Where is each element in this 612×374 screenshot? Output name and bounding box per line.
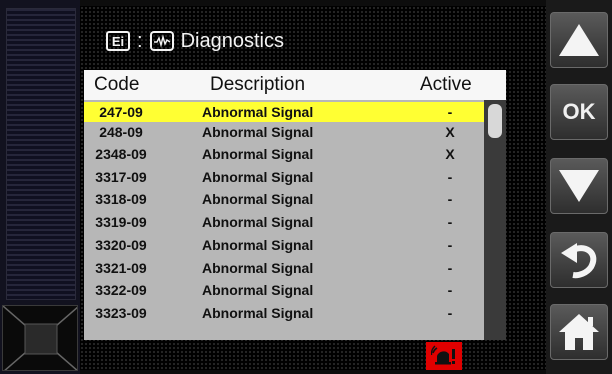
table-row[interactable]: 3319-09 Abnormal Signal - <box>84 212 484 232</box>
row-code: 2348-09 <box>95 146 147 162</box>
left-bezel <box>0 0 80 374</box>
row-code: 3319-09 <box>95 214 147 230</box>
row-code: 3318-09 <box>95 191 147 207</box>
row-active: - <box>447 191 453 207</box>
down-button[interactable] <box>550 158 608 214</box>
table-row[interactable]: 3317-09 Abnormal Signal - <box>84 167 484 187</box>
table-row[interactable]: 3320-09 Abnormal Signal - <box>84 235 484 255</box>
row-active: - <box>447 237 453 253</box>
row-active: - <box>447 214 453 230</box>
column-header-description: Description <box>210 74 306 95</box>
row-description: Abnormal Signal <box>202 104 314 120</box>
row-description: Abnormal Signal <box>202 214 314 230</box>
row-active: - <box>447 282 453 298</box>
page-title: Diagnostics <box>180 29 284 52</box>
row-active: - <box>447 104 453 120</box>
row-active: - <box>447 169 453 185</box>
row-description: Abnormal Signal <box>202 124 314 140</box>
home-icon <box>559 314 599 350</box>
row-description: Abnormal Signal <box>202 305 314 321</box>
row-code: 247-09 <box>99 104 143 120</box>
row-description: Abnormal Signal <box>202 191 314 207</box>
scrollbar[interactable] <box>484 100 506 340</box>
row-description: Abnormal Signal <box>202 146 314 162</box>
corner-button-icon <box>3 306 77 370</box>
row-code: 248-09 <box>99 124 143 140</box>
info-icon: Ei <box>106 31 130 51</box>
row-code: 3320-09 <box>95 237 147 253</box>
title-separator: : <box>137 29 143 52</box>
ok-button[interactable]: OK <box>550 84 608 140</box>
display-screen: Ei : Diagnostics Code Description Active… <box>80 6 546 370</box>
triangle-up-icon <box>559 24 599 56</box>
title-bar: Ei : Diagnostics <box>106 24 284 58</box>
return-arrow-icon <box>561 243 597 279</box>
corner-button[interactable] <box>2 305 78 371</box>
waveform-icon <box>149 31 174 51</box>
row-active: X <box>445 124 455 140</box>
table-row[interactable]: 3322-09 Abnormal Signal - <box>84 280 484 300</box>
row-active: X <box>445 146 455 162</box>
table-header: Code Description Active <box>84 70 506 100</box>
row-description: Abnormal Signal <box>202 237 314 253</box>
ok-button-label: OK <box>562 99 596 124</box>
row-description: Abnormal Signal <box>202 260 314 276</box>
column-header-code: Code <box>94 74 140 95</box>
scrollbar-thumb[interactable] <box>488 104 502 138</box>
row-active: - <box>447 305 453 321</box>
alarm-bell-icon <box>426 342 462 370</box>
row-active: - <box>447 260 453 276</box>
diagnostics-list[interactable]: 247-09 Abnormal Signal - 248-09 Abnormal… <box>84 100 506 340</box>
back-button[interactable] <box>550 232 608 288</box>
row-description: Abnormal Signal <box>202 282 314 298</box>
table-row[interactable]: 248-09 Abnormal Signal X <box>84 122 484 142</box>
table-row[interactable]: 3323-09 Abnormal Signal - <box>84 303 484 323</box>
up-button[interactable] <box>550 12 608 68</box>
triangle-down-icon <box>559 170 599 202</box>
row-description: Abnormal Signal <box>202 169 314 185</box>
home-button[interactable] <box>550 304 608 360</box>
table-row[interactable]: 3318-09 Abnormal Signal - <box>84 189 484 209</box>
right-bezel: OK <box>546 0 612 374</box>
table-row[interactable]: 247-09 Abnormal Signal - <box>84 102 484 122</box>
table-row[interactable]: 2348-09 Abnormal Signal X <box>84 144 484 164</box>
row-code: 3323-09 <box>95 305 147 321</box>
table-row[interactable]: 3321-09 Abnormal Signal - <box>84 258 484 278</box>
info-icon-label: Ei <box>111 33 125 49</box>
row-code: 3317-09 <box>95 169 147 185</box>
row-code: 3321-09 <box>95 260 147 276</box>
speaker-grill <box>6 8 76 300</box>
row-code: 3322-09 <box>95 282 147 298</box>
column-header-active: Active <box>420 74 472 95</box>
